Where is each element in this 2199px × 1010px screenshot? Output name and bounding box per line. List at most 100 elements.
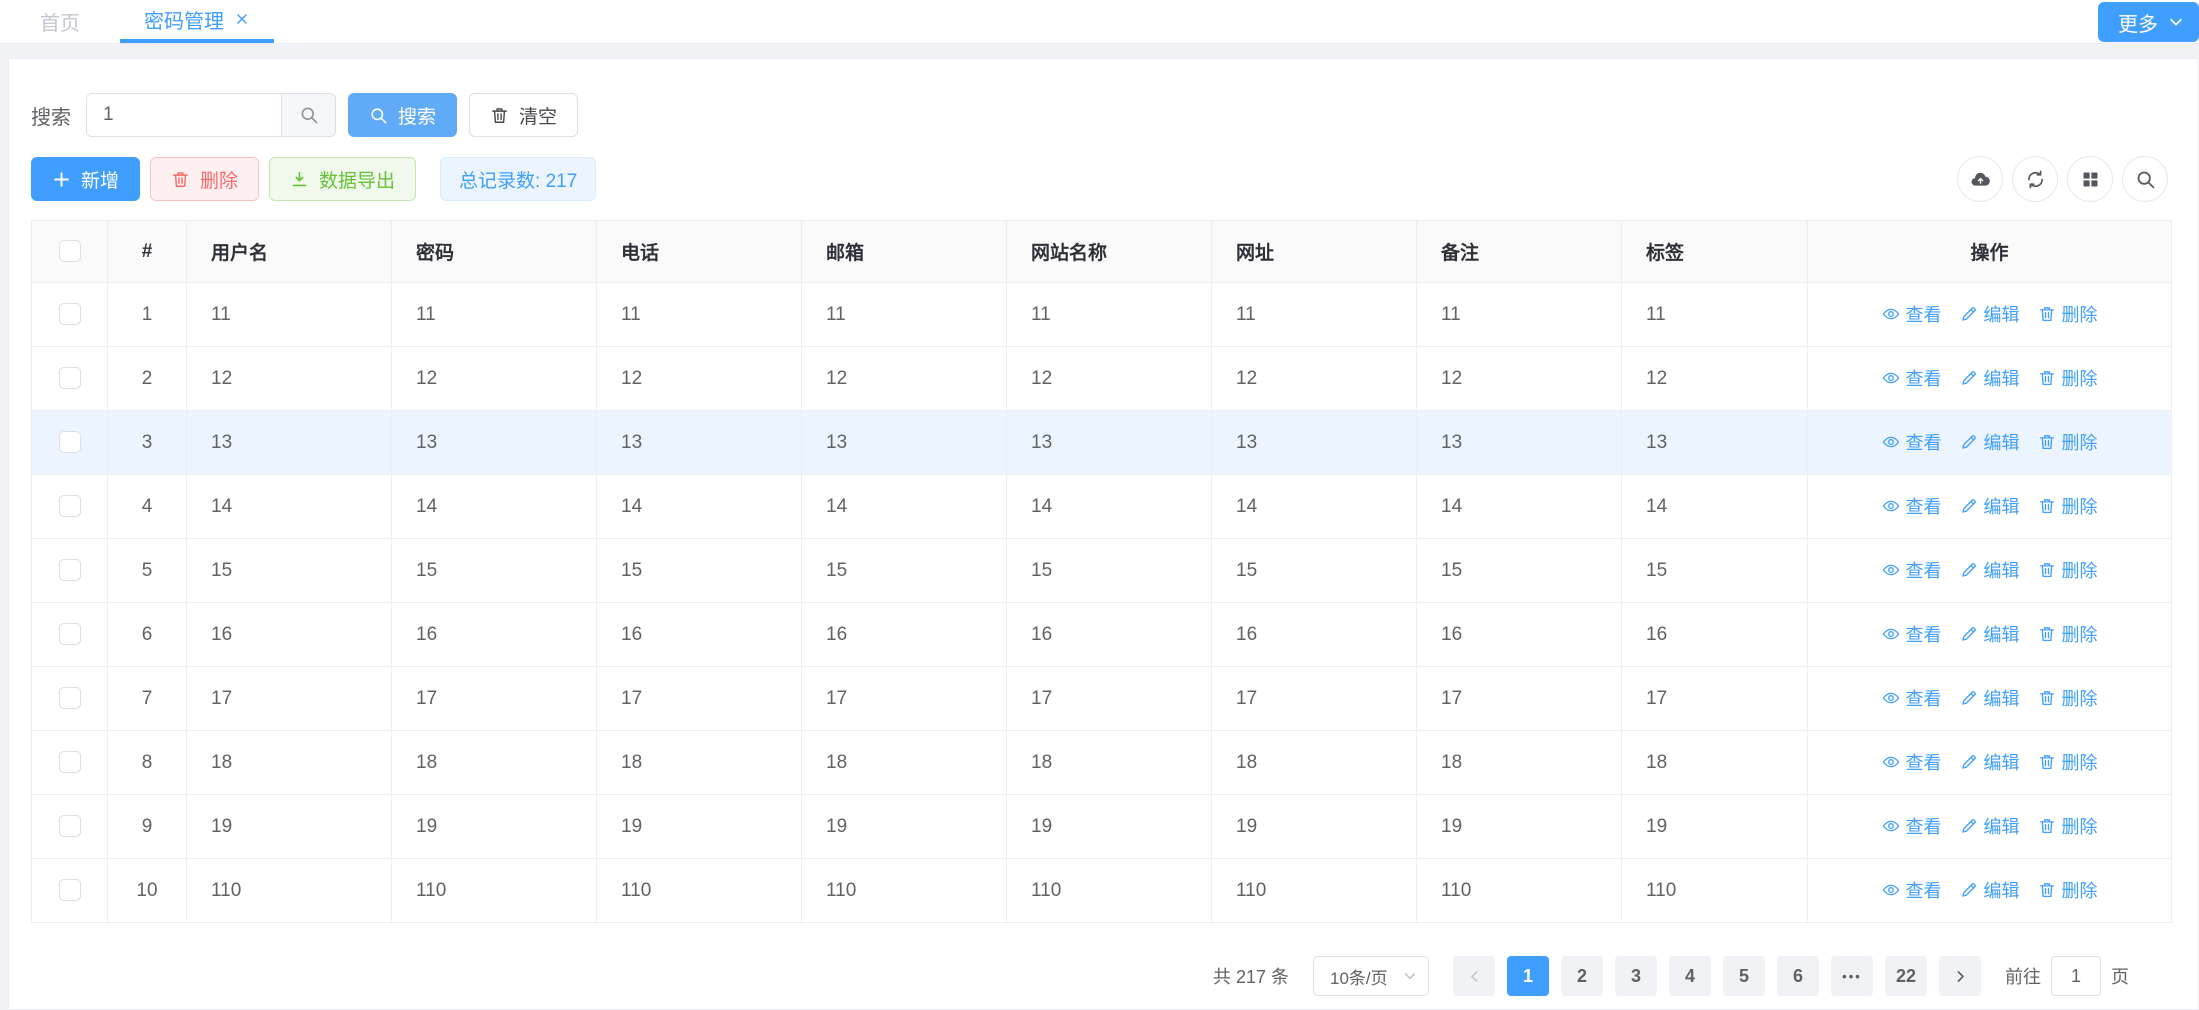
data-cell: 15 — [802, 539, 1007, 603]
goto-page-input[interactable] — [2051, 956, 2101, 996]
delete-link-label: 删除 — [2062, 301, 2098, 327]
row-checkbox-cell — [32, 667, 108, 731]
header-checkbox-cell — [32, 221, 108, 283]
row-checkbox[interactable] — [59, 879, 81, 901]
row-checkbox[interactable] — [59, 559, 81, 581]
icon-button-cloud-upload[interactable] — [1957, 156, 2003, 202]
view-link[interactable]: 查看 — [1882, 749, 1942, 775]
edit-link[interactable]: 编辑 — [1960, 557, 2020, 583]
delete-link-label: 删除 — [2062, 685, 2098, 711]
row-checkbox[interactable] — [59, 303, 81, 325]
edit-link[interactable]: 编辑 — [1960, 749, 2020, 775]
data-cell: 17 — [1622, 667, 1808, 731]
export-button[interactable]: 数据导出 — [269, 157, 416, 201]
tab-home[interactable]: 首页 — [0, 0, 120, 43]
view-link[interactable]: 查看 — [1882, 493, 1942, 519]
edit-link-label: 编辑 — [1984, 365, 2020, 391]
view-link[interactable]: 查看 — [1882, 557, 1942, 583]
row-index-cell: 5 — [108, 539, 187, 603]
page-button[interactable]: 2 — [1561, 956, 1603, 996]
page-button[interactable]: 6 — [1777, 956, 1819, 996]
delete-link[interactable]: 删除 — [2038, 301, 2098, 327]
next-page-button[interactable] — [1939, 956, 1981, 996]
row-checkbox-cell — [32, 795, 108, 859]
icon-button-search[interactable] — [2122, 156, 2168, 202]
delete-link[interactable]: 删除 — [2038, 813, 2098, 839]
edit-link[interactable]: 编辑 — [1960, 813, 2020, 839]
view-link[interactable]: 查看 — [1882, 877, 1942, 903]
view-link[interactable]: 查看 — [1882, 621, 1942, 647]
view-link[interactable]: 查看 — [1882, 301, 1942, 327]
page-size-select[interactable]: 10条/页 — [1313, 956, 1429, 996]
delete-link[interactable]: 删除 — [2038, 685, 2098, 711]
data-cell: 13 — [187, 411, 392, 475]
search-button[interactable]: 搜索 — [348, 93, 457, 137]
tab-close-icon[interactable] — [234, 11, 250, 27]
trash-icon — [171, 170, 190, 189]
search-input[interactable] — [87, 94, 281, 136]
delete-link[interactable]: 删除 — [2038, 749, 2098, 775]
delete-link[interactable]: 删除 — [2038, 365, 2098, 391]
row-actions-cell: 查看 编辑删除 — [1808, 347, 2172, 411]
delete-link[interactable]: 删除 — [2038, 557, 2098, 583]
view-link[interactable]: 查看 — [1882, 813, 1942, 839]
data-cell: 11 — [392, 283, 597, 347]
delete-link[interactable]: 删除 — [2038, 877, 2098, 903]
icon-button-refresh[interactable] — [2012, 156, 2058, 202]
view-link[interactable]: 查看 — [1882, 429, 1942, 455]
page-button[interactable]: 3 — [1615, 956, 1657, 996]
data-cell: 17 — [1417, 667, 1622, 731]
edit-link[interactable]: 编辑 — [1960, 365, 2020, 391]
delete-link[interactable]: 删除 — [2038, 621, 2098, 647]
prev-page-button[interactable] — [1453, 956, 1495, 996]
edit-link[interactable]: 编辑 — [1960, 621, 2020, 647]
edit-link[interactable]: 编辑 — [1960, 301, 2020, 327]
edit-link[interactable]: 编辑 — [1960, 493, 2020, 519]
column-header: 备注 — [1417, 221, 1622, 283]
delete-link-label: 删除 — [2062, 429, 2098, 455]
edit-link[interactable]: 编辑 — [1960, 877, 2020, 903]
add-button[interactable]: 新增 — [31, 157, 140, 201]
view-link[interactable]: 查看 — [1882, 365, 1942, 391]
trash-icon — [2038, 369, 2056, 387]
select-all-checkbox[interactable] — [59, 240, 81, 262]
column-header: 网站名称 — [1007, 221, 1212, 283]
table-header-row: #用户名密码电话邮箱网站名称网址备注标签操作 — [32, 221, 2172, 283]
page-button[interactable]: 4 — [1669, 956, 1711, 996]
delete-link[interactable]: 删除 — [2038, 429, 2098, 455]
row-checkbox[interactable] — [59, 687, 81, 709]
data-cell: 11 — [1417, 283, 1622, 347]
row-checkbox[interactable] — [59, 815, 81, 837]
chevron-right-icon — [1952, 968, 1969, 985]
delete-button[interactable]: 删除 — [150, 157, 259, 201]
page-button[interactable]: 5 — [1723, 956, 1765, 996]
tab-password-management[interactable]: 密码管理 — [120, 0, 274, 43]
data-cell: 17 — [802, 667, 1007, 731]
refresh-icon — [2025, 169, 2046, 190]
edit-link-label: 编辑 — [1984, 429, 2020, 455]
row-checkbox[interactable] — [59, 367, 81, 389]
page-button[interactable]: 22 — [1885, 956, 1927, 996]
data-cell: 110 — [187, 859, 392, 923]
row-checkbox[interactable] — [59, 495, 81, 517]
data-cell: 11 — [1622, 283, 1808, 347]
data-cell: 12 — [1417, 347, 1622, 411]
clear-button[interactable]: 清空 — [469, 93, 578, 137]
more-button[interactable]: 更多 — [2098, 2, 2199, 42]
data-cell: 15 — [1212, 539, 1417, 603]
edit-link[interactable]: 编辑 — [1960, 685, 2020, 711]
data-cell: 18 — [802, 731, 1007, 795]
more-pages-button[interactable]: ••• — [1831, 956, 1873, 996]
data-cell: 17 — [187, 667, 392, 731]
page-button[interactable]: 1 — [1507, 956, 1549, 996]
view-link[interactable]: 查看 — [1882, 685, 1942, 711]
row-checkbox[interactable] — [59, 431, 81, 453]
delete-link-label: 删除 — [2062, 877, 2098, 903]
icon-button-grid[interactable] — [2067, 156, 2113, 202]
row-checkbox[interactable] — [59, 623, 81, 645]
delete-link[interactable]: 删除 — [2038, 493, 2098, 519]
row-checkbox[interactable] — [59, 751, 81, 773]
search-label: 搜索 — [31, 101, 71, 130]
edit-link[interactable]: 编辑 — [1960, 429, 2020, 455]
data-cell: 14 — [597, 475, 802, 539]
